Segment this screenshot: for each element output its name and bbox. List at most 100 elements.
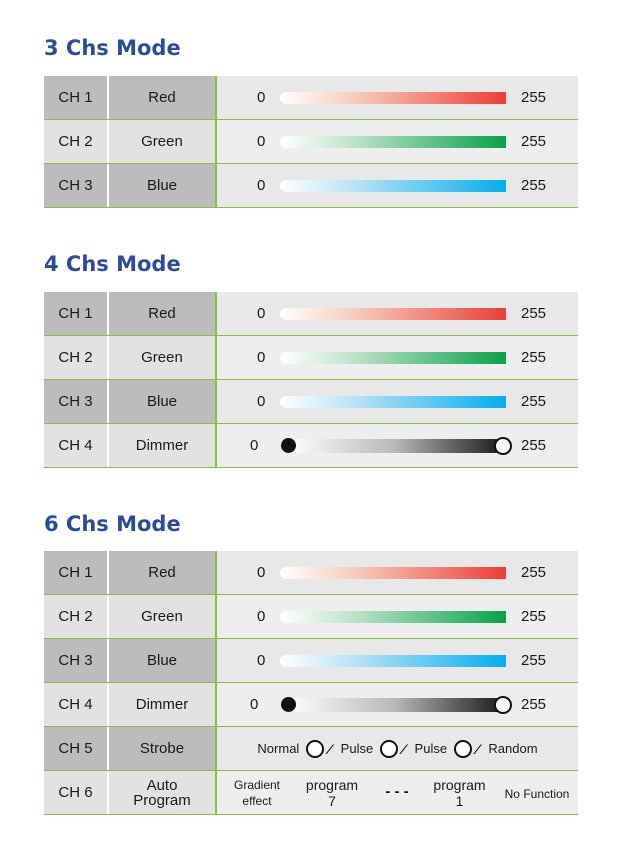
circle-icon [306, 739, 325, 758]
max-knob-icon [494, 437, 512, 455]
channel-label: CH 1 [44, 292, 109, 335]
function-label: Auto Program [109, 771, 215, 814]
function-label: Green [109, 336, 215, 379]
min-value: 0 [257, 564, 266, 581]
value-range: 0 255 [215, 683, 578, 726]
value-range: 0 255 [215, 424, 578, 467]
channel-label: CH 3 [44, 164, 109, 207]
blue-gradient-bar [280, 180, 506, 192]
min-knob-icon [281, 438, 296, 453]
lightning-icon: ⁄ [476, 740, 479, 757]
channel-label: CH 3 [44, 639, 109, 682]
min-value: 0 [257, 305, 266, 322]
strobe-range: Normal ⁄ Pulse ⁄ Pulse ⁄ Random [215, 727, 578, 770]
table-row: CH 4 Dimmer 0 255 [44, 683, 578, 727]
channel-label: CH 2 [44, 336, 109, 379]
max-value: 255 [521, 393, 547, 410]
value-range: 0 255 [215, 595, 578, 638]
program-1-label: program 1 [433, 777, 486, 809]
table-row: CH 3 Blue 0 255 [44, 380, 578, 424]
ellipsis-dashes: - - - [385, 783, 409, 800]
value-range: 0 255 [215, 336, 578, 379]
function-label: Red [109, 292, 215, 335]
max-value: 255 [521, 133, 547, 150]
section-title-4ch: 4 Chs Mode [44, 252, 181, 276]
value-range: 0 255 [215, 164, 578, 207]
strobe-label-normal: Normal [257, 741, 300, 756]
table-row: CH 3 Blue 0 255 [44, 639, 578, 683]
min-value: 0 [257, 608, 266, 625]
section-title-6ch: 6 Chs Mode [44, 512, 181, 536]
green-gradient-bar [280, 611, 506, 623]
no-function-label: No Function [504, 787, 570, 801]
table-6ch: CH 1 Red 0 255 CH 2 Green 0 255 CH 3 Blu… [44, 551, 578, 815]
function-label-line2: Program [133, 791, 191, 809]
blue-gradient-bar [280, 655, 506, 667]
blue-gradient-bar [280, 396, 506, 408]
value-range: 0 255 [215, 76, 578, 119]
gradient-effect-label: Gradient effect [233, 778, 281, 808]
channel-label: CH 4 [44, 683, 109, 726]
value-range: 0 255 [215, 120, 578, 163]
function-label: Blue [109, 639, 215, 682]
channel-label: CH 1 [44, 551, 109, 594]
green-gradient-bar [280, 352, 506, 364]
red-gradient-bar [280, 567, 506, 579]
channel-label: CH 3 [44, 380, 109, 423]
table-row: CH 3 Blue 0 255 [44, 164, 578, 208]
function-label: Red [109, 551, 215, 594]
value-range: 0 255 [215, 639, 578, 682]
min-value: 0 [257, 652, 266, 669]
min-value: 0 [257, 349, 266, 366]
strobe-label-random: Random [488, 741, 538, 756]
max-value: 255 [521, 696, 547, 713]
table-row: CH 1 Red 0 255 [44, 76, 578, 120]
dimmer-gradient-bar [287, 698, 503, 712]
min-value: 0 [257, 89, 266, 106]
function-label-line1: Auto [146, 776, 178, 794]
min-value: 0 [257, 177, 266, 194]
red-gradient-bar [280, 308, 506, 320]
max-value: 255 [521, 437, 547, 454]
function-label: Dimmer [109, 683, 215, 726]
strobe-label-pulse-2: Pulse [414, 741, 448, 756]
table-row: CH 2 Green 0 255 [44, 120, 578, 164]
value-range: 0 255 [215, 380, 578, 423]
max-value: 255 [521, 608, 547, 625]
channel-label: CH 4 [44, 424, 109, 467]
function-label: Green [109, 120, 215, 163]
function-label: Blue [109, 164, 215, 207]
channel-label: CH 6 [44, 771, 109, 814]
table-row: CH 1 Red 0 255 [44, 551, 578, 595]
max-value: 255 [521, 305, 547, 322]
channel-label: CH 2 [44, 595, 109, 638]
strobe-label-pulse-1: Pulse [340, 741, 374, 756]
green-gradient-bar [280, 136, 506, 148]
red-gradient-bar [280, 92, 506, 104]
lightning-icon: ⁄ [328, 740, 331, 757]
min-value: 0 [250, 437, 259, 454]
function-label: Dimmer [109, 424, 215, 467]
dimmer-gradient-bar [287, 439, 503, 453]
channel-label: CH 2 [44, 120, 109, 163]
value-range: 0 255 [215, 292, 578, 335]
table-3ch: CH 1 Red 0 255 CH 2 Green 0 255 CH 3 Blu… [44, 76, 578, 208]
value-range: 0 255 [215, 551, 578, 594]
max-value: 255 [521, 652, 547, 669]
table-row: CH 2 Green 0 255 [44, 595, 578, 639]
program-7-label: program 7 [305, 777, 359, 809]
function-label: Red [109, 76, 215, 119]
table-4ch: CH 1 Red 0 255 CH 2 Green 0 255 CH 3 Blu… [44, 292, 578, 468]
table-row: CH 2 Green 0 255 [44, 336, 578, 380]
channel-label: CH 1 [44, 76, 109, 119]
circle-icon [380, 739, 399, 758]
min-value: 0 [257, 393, 266, 410]
max-value: 255 [521, 177, 547, 194]
min-knob-icon [281, 697, 296, 712]
lightning-icon: ⁄ [402, 740, 405, 757]
section-title-3ch: 3 Chs Mode [44, 36, 181, 60]
table-row: CH 4 Dimmer 0 255 [44, 424, 578, 468]
min-value: 0 [257, 133, 266, 150]
max-knob-icon [494, 696, 512, 714]
function-label: Strobe [109, 727, 215, 770]
